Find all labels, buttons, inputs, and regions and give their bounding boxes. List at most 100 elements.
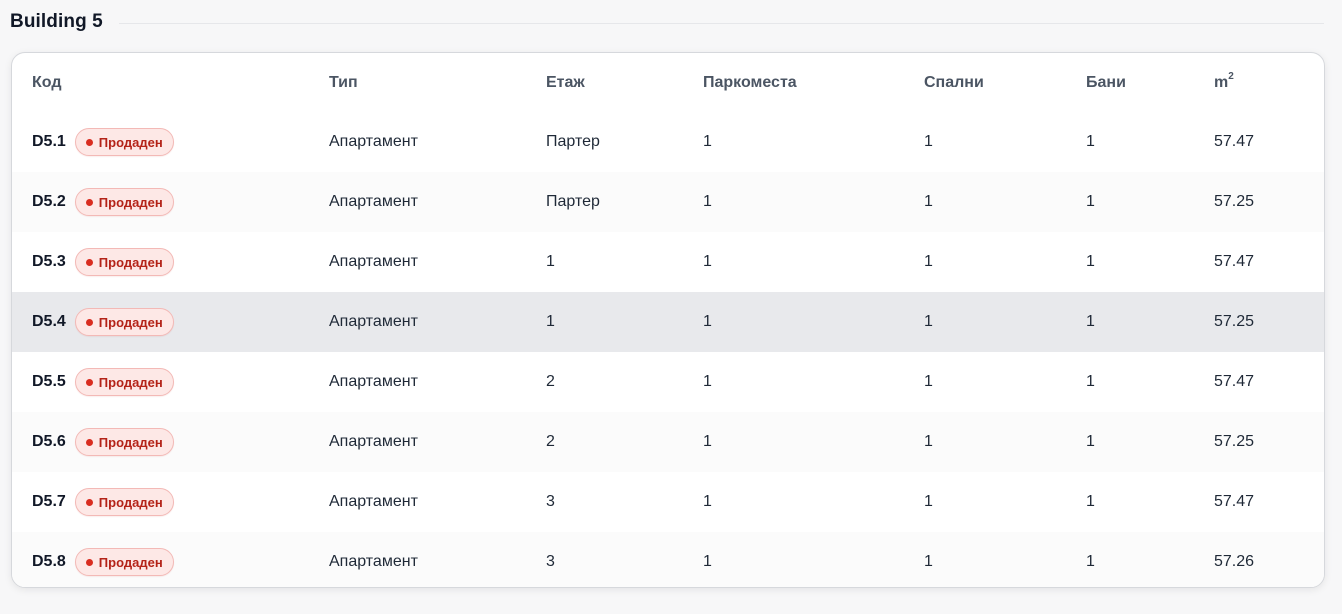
status-badge: Продаден (74, 488, 174, 516)
section-divider (118, 22, 1324, 24)
section-title: Building 5 (10, 11, 103, 32)
cell-floor: 2 (546, 433, 555, 450)
cell-area: 57.47 (1214, 373, 1255, 390)
header-area-unit: m (1214, 73, 1229, 91)
header-bathrooms[interactable]: Бани (1086, 53, 1214, 112)
cell-parking: 1 (703, 253, 712, 270)
status-badge: Продаден (74, 368, 174, 396)
unit-code[interactable]: D5.5 (32, 373, 66, 391)
header-floor[interactable]: Етаж (546, 53, 703, 112)
code-wrap: D5.5 Продаден (32, 368, 329, 396)
status-dot-icon (85, 438, 93, 446)
cell-floor: 3 (546, 553, 555, 570)
status-label: Продаден (98, 314, 163, 330)
section-header: Building 5 (10, 9, 1324, 35)
cell-type: Апартамент (329, 193, 418, 210)
status-badge: Продаден (74, 308, 174, 336)
unit-code[interactable]: D5.7 (32, 493, 66, 511)
table-row[interactable]: D5.8 Продаден Апартамент 3 1 1 1 57.26 (12, 532, 1324, 587)
code-wrap: D5.6 Продаден (32, 428, 329, 456)
units-table: Код Тип Етаж Паркоместа Спални Бани m2 D… (12, 53, 1324, 587)
cell-type: Апартамент (329, 493, 418, 510)
cell-code: D5.1 Продаден (12, 112, 329, 172)
code-wrap: D5.7 Продаден (32, 488, 329, 516)
cell-type: Апартамент (329, 553, 418, 570)
status-dot-icon (85, 378, 93, 386)
cell-parking: 1 (703, 373, 712, 390)
status-label: Продаден (98, 554, 163, 570)
cell-parking: 1 (703, 493, 712, 510)
status-badge: Продаден (74, 188, 174, 216)
cell-bedrooms: 1 (924, 133, 933, 150)
code-wrap: D5.3 Продаден (32, 248, 329, 276)
cell-bedrooms: 1 (924, 373, 933, 390)
header-area[interactable]: m2 (1214, 53, 1324, 112)
status-label: Продаден (98, 434, 163, 450)
unit-code[interactable]: D5.2 (32, 193, 66, 211)
header-area-exponent: 2 (1228, 70, 1234, 82)
cell-parking: 1 (703, 553, 712, 570)
cell-parking: 1 (703, 193, 712, 210)
cell-code: D5.6 Продаден (12, 412, 329, 472)
header-code[interactable]: Код (12, 53, 329, 112)
status-badge: Продаден (74, 548, 174, 576)
cell-bathrooms: 1 (1086, 493, 1095, 510)
header-type[interactable]: Тип (329, 53, 546, 112)
cell-area: 57.25 (1214, 193, 1255, 210)
code-wrap: D5.1 Продаден (32, 128, 329, 156)
cell-bedrooms: 1 (924, 313, 933, 330)
header-parking[interactable]: Паркоместа (703, 53, 924, 112)
status-label: Продаден (98, 134, 163, 150)
cell-area: 57.47 (1214, 133, 1255, 150)
cell-floor: 1 (546, 313, 555, 330)
status-label: Продаден (98, 254, 163, 270)
table-header-row: Код Тип Етаж Паркоместа Спални Бани m2 (12, 53, 1324, 112)
header-bedrooms[interactable]: Спални (924, 53, 1086, 112)
cell-bedrooms: 1 (924, 553, 933, 570)
code-wrap: D5.2 Продаден (32, 188, 329, 216)
status-dot-icon (85, 198, 93, 206)
units-table-card: Код Тип Етаж Паркоместа Спални Бани m2 D… (11, 52, 1325, 588)
unit-code[interactable]: D5.4 (32, 313, 66, 331)
cell-bathrooms: 1 (1086, 193, 1095, 210)
cell-type: Апартамент (329, 253, 418, 270)
cell-bathrooms: 1 (1086, 433, 1095, 450)
cell-area: 57.25 (1214, 433, 1255, 450)
status-dot-icon (85, 318, 93, 326)
cell-bathrooms: 1 (1086, 133, 1095, 150)
cell-type: Апартамент (329, 433, 418, 450)
cell-area: 57.47 (1214, 253, 1255, 270)
cell-type: Апартамент (329, 373, 418, 390)
cell-bathrooms: 1 (1086, 553, 1095, 570)
cell-code: D5.7 Продаден (12, 472, 329, 532)
cell-floor: 3 (546, 493, 555, 510)
unit-code[interactable]: D5.1 (32, 133, 66, 151)
table-row[interactable]: D5.2 Продаден Апартамент Партер 1 1 1 57.25 (12, 172, 1324, 232)
status-badge: Продаден (74, 128, 174, 156)
status-dot-icon (85, 498, 93, 506)
table-row[interactable]: D5.3 Продаден Апартамент 1 1 1 1 57.47 (12, 232, 1324, 292)
cell-floor: Партер (546, 193, 600, 210)
table-row[interactable]: D5.5 Продаден Апартамент 2 1 1 1 57.47 (12, 352, 1324, 412)
cell-code: D5.8 Продаден (12, 532, 329, 587)
table-row[interactable]: D5.1 Продаден Апартамент Партер 1 1 1 57.47 (12, 112, 1324, 172)
cell-bathrooms: 1 (1086, 373, 1095, 390)
cell-parking: 1 (703, 133, 712, 150)
cell-bathrooms: 1 (1086, 253, 1095, 270)
table-row[interactable]: D5.7 Продаден Апартамент 3 1 1 1 57.47 (12, 472, 1324, 532)
table-row[interactable]: D5.4 Продаден Апартамент 1 1 1 1 57.25 (12, 292, 1324, 352)
cell-code: D5.4 Продаден (12, 292, 329, 352)
status-label: Продаден (98, 494, 163, 510)
status-dot-icon (85, 258, 93, 266)
cell-parking: 1 (703, 433, 712, 450)
cell-bedrooms: 1 (924, 193, 933, 210)
table-row[interactable]: D5.6 Продаден Апартамент 2 1 1 1 57.25 (12, 412, 1324, 472)
cell-area: 57.47 (1214, 493, 1255, 510)
status-dot-icon (85, 138, 93, 146)
unit-code[interactable]: D5.8 (32, 553, 66, 571)
status-dot-icon (85, 558, 93, 566)
cell-code: D5.5 Продаден (12, 352, 329, 412)
unit-code[interactable]: D5.6 (32, 433, 66, 451)
cell-floor: 2 (546, 373, 555, 390)
unit-code[interactable]: D5.3 (32, 253, 66, 271)
